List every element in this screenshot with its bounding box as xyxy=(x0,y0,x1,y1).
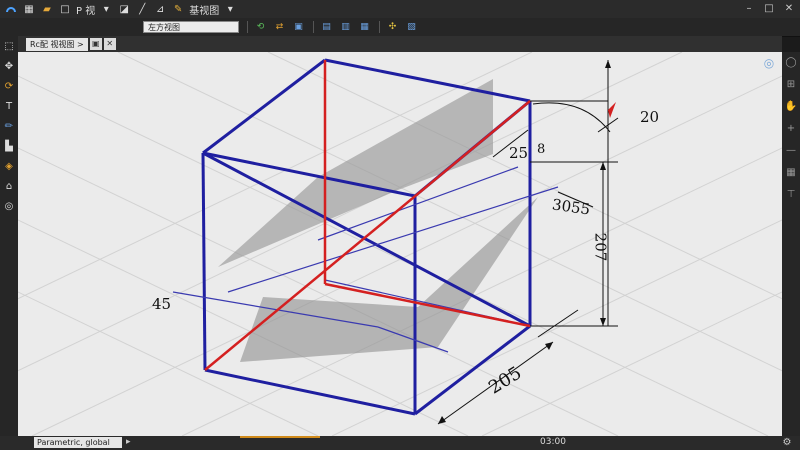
dimension-left[interactable]: 45 xyxy=(152,295,171,313)
tab-pin-icon[interactable]: ▣ xyxy=(89,38,102,50)
target-icon[interactable]: ◎ xyxy=(2,199,16,213)
maximize-icon[interactable]: □ xyxy=(762,2,776,14)
select-icon[interactable]: ⬚ xyxy=(2,39,16,53)
status-bar: Parametric, global ▸ 03:00 ⚙ xyxy=(0,436,800,450)
right-toolbar: ◯ ⊞ ✋ + — ▦ ⊤ xyxy=(782,52,800,436)
chevron-down-icon[interactable]: ▾ xyxy=(223,2,237,16)
pencil-icon[interactable]: ✏ xyxy=(2,119,16,133)
tab-drawing[interactable]: Rc配 视视图 > xyxy=(26,37,88,51)
group-icon[interactable]: ▤ xyxy=(320,21,333,34)
search-icon[interactable]: ◎ xyxy=(762,56,776,70)
drawing-canvas[interactable]: 45 20 25 8 3055 207 205 ◎ xyxy=(18,52,782,436)
chevron-down-icon[interactable]: ▾ xyxy=(99,2,113,16)
corner-tool-icon[interactable]: ⊿ xyxy=(153,2,167,16)
open-folder-icon[interactable]: ▰ xyxy=(40,2,54,16)
grid-icon[interactable]: ▦ xyxy=(784,165,798,179)
layers-icon[interactable]: ▣ xyxy=(292,21,305,34)
minimize-icon[interactable]: – xyxy=(742,2,756,14)
expand-icon[interactable]: ⊞ xyxy=(784,77,798,91)
drawing-tool-icon[interactable]: ◪ xyxy=(117,2,131,16)
progress-accent xyxy=(240,436,320,438)
chevron-right-icon[interactable]: ▸ xyxy=(126,437,131,447)
highlight-tool-icon[interactable]: ✎ xyxy=(171,2,185,16)
dimension-angle[interactable]: 20 xyxy=(640,108,659,126)
isometric-grid xyxy=(18,52,782,436)
hand-icon[interactable]: ✋ xyxy=(784,99,798,113)
save-icon[interactable]: □ xyxy=(58,2,72,16)
view-menu-2[interactable]: 基视图 xyxy=(189,2,219,17)
snap-icon[interactable]: ✣ xyxy=(386,21,399,34)
cad-drawing xyxy=(18,52,782,436)
status-field[interactable]: Parametric, global xyxy=(34,437,122,448)
dimension-mid-suffix[interactable]: 8 xyxy=(537,142,545,157)
stack-icon[interactable]: ▥ xyxy=(339,21,352,34)
tab-close-icon[interactable]: ✕ xyxy=(103,38,116,50)
tab-label: Rc配 视视图 > xyxy=(30,39,84,49)
status-coords: 03:00 xyxy=(540,437,566,447)
left-toolbar: ⬚ ✥ ⟳ T ✏ ▙ ◈ ⌂ ◎ xyxy=(0,36,18,436)
sync-icon[interactable]: ⟲ xyxy=(254,21,267,34)
layout-icon[interactable]: ▧ xyxy=(405,21,418,34)
ribbon-toolbar: 左方视图 ⟲ ⇄ ▣ ▤ ▥ ▦ ✣ ▧ xyxy=(0,18,800,37)
dimension-right-vertical[interactable]: 207 xyxy=(591,233,609,262)
minus-icon[interactable]: — xyxy=(784,143,798,157)
divider xyxy=(247,21,248,33)
grid-icon[interactable]: ▦ xyxy=(358,21,371,34)
view-select[interactable]: 左方视图 xyxy=(143,21,239,33)
text-tool-icon[interactable]: T xyxy=(2,99,16,113)
title-bar: ▦ ▰ □ P 视 ▾ ◪ ╱ ⊿ ✎ 基视图 ▾ – □ ✕ xyxy=(0,0,800,18)
pin-icon[interactable]: ⊤ xyxy=(784,187,798,201)
move-icon[interactable]: ⇄ xyxy=(273,21,286,34)
divider xyxy=(379,21,380,33)
view-menu-1[interactable]: P 视 xyxy=(76,2,95,17)
pan-icon[interactable]: ✥ xyxy=(2,59,16,73)
angle-marker xyxy=(608,102,616,118)
plus-icon[interactable]: + xyxy=(784,121,798,135)
layers-icon[interactable]: ◈ xyxy=(2,159,16,173)
house-icon[interactable]: ⌂ xyxy=(2,179,16,193)
divider xyxy=(313,21,314,33)
close-icon[interactable]: ✕ xyxy=(782,2,796,14)
step-icon[interactable]: ▙ xyxy=(2,139,16,153)
document-tabs: Rc配 视视图 > ▣ ✕ xyxy=(18,36,782,52)
rotate-icon[interactable]: ⟳ xyxy=(2,79,16,93)
inclined-plane xyxy=(218,79,493,267)
app-logo-icon[interactable] xyxy=(4,2,18,16)
line-tool-icon[interactable]: ╱ xyxy=(135,2,149,16)
dimension-mid[interactable]: 25 xyxy=(509,144,528,162)
new-file-icon[interactable]: ▦ xyxy=(22,2,36,16)
settings-icon[interactable]: ⚙ xyxy=(780,437,794,449)
zoom-icon[interactable]: ◯ xyxy=(784,55,798,69)
